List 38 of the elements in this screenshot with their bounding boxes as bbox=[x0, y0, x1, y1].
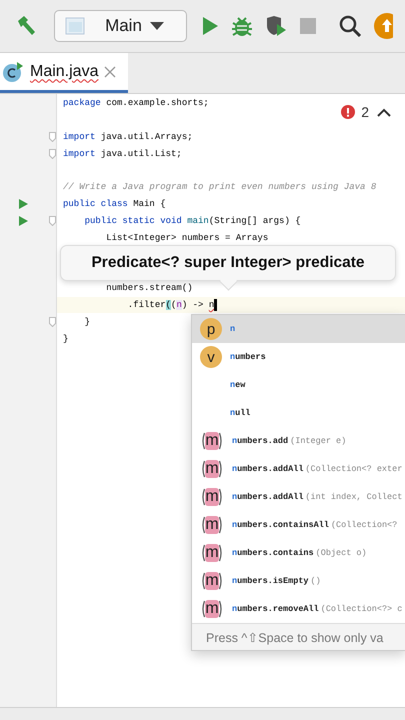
parameter-hint-tooltip: Predicate<? super Integer> predicate bbox=[60, 245, 396, 281]
run-icon[interactable] bbox=[200, 16, 219, 36]
error-count[interactable]: 2 bbox=[341, 104, 369, 120]
close-icon[interactable] bbox=[104, 66, 116, 78]
code-line: } bbox=[63, 334, 68, 344]
run-icon[interactable] bbox=[19, 216, 28, 226]
bug-icon[interactable] bbox=[230, 15, 253, 37]
window-icon bbox=[65, 17, 86, 35]
parameter-icon: p bbox=[200, 318, 222, 340]
caret-icon bbox=[150, 22, 164, 30]
file-tab[interactable]: Main.java bbox=[0, 53, 128, 93]
code-line: import java.util.List; bbox=[63, 148, 182, 159]
update-icon[interactable] bbox=[372, 12, 393, 40]
code-line: List<Integer> numbers = Arrays bbox=[105, 232, 268, 243]
code-line: .filter((n) -> n bbox=[126, 300, 214, 310]
chevron-up-icon[interactable] bbox=[377, 108, 391, 116]
code-line: import java.util.Arrays; bbox=[63, 132, 193, 142]
completion-item[interactable]: m numbers.removeAll (Collection<?> c bbox=[192, 595, 405, 623]
fold-icon[interactable] bbox=[49, 132, 56, 142]
code-line: numbers.stream() bbox=[105, 283, 193, 294]
completion-item[interactable]: p n bbox=[192, 315, 405, 343]
fold-icon[interactable] bbox=[49, 316, 56, 327]
variable-icon: v bbox=[200, 346, 222, 368]
fold-icon[interactable] bbox=[49, 148, 56, 159]
shield-run-icon[interactable] bbox=[264, 15, 287, 37]
code-line: public static void main(String[] args) { bbox=[84, 216, 301, 226]
code-line: } bbox=[84, 316, 90, 327]
error-icon bbox=[341, 105, 356, 119]
completion-hint: Press ^⇧Space to show only va bbox=[192, 623, 405, 650]
completion-item[interactable]: m numbers.addAll (Collection<? exter bbox=[192, 455, 405, 483]
code-line: // Write a Java program to print even numbers using Java 8 bbox=[63, 182, 376, 192]
code-line: package com.example.shorts; bbox=[63, 98, 209, 108]
run-icon[interactable] bbox=[19, 199, 28, 210]
search-icon[interactable] bbox=[338, 15, 361, 37]
class-icon bbox=[2, 60, 24, 82]
code-line: public class Main { bbox=[63, 199, 166, 210]
run-configuration-dropdown[interactable]: Main bbox=[54, 10, 187, 42]
fold-icon[interactable] bbox=[49, 216, 56, 226]
